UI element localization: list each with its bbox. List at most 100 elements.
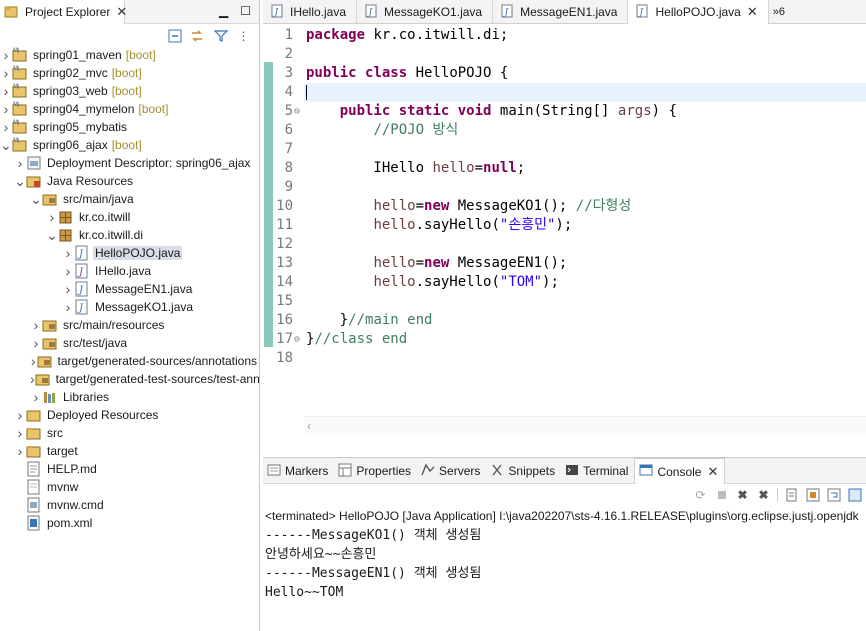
tab-project-explorer[interactable]: Project Explorer ✕	[0, 0, 127, 24]
tab-servers[interactable]: Servers	[417, 458, 486, 484]
tree-item[interactable]: › M J spring03_web [boot]	[0, 82, 259, 100]
pin-console-icon[interactable]	[847, 488, 862, 503]
line-number: 3	[284, 65, 293, 81]
tree-item[interactable]: › J MessageKO1.java	[0, 298, 259, 316]
editor-tab[interactable]: J MessageKO1.java	[357, 0, 494, 24]
tree-item[interactable]: › src/test/java	[0, 334, 259, 352]
tree-item[interactable]: › J IHello.java	[0, 262, 259, 280]
editor-tab[interactable]: J IHello.java	[263, 0, 358, 24]
chevron-right-icon[interactable]: ›	[0, 119, 12, 135]
tab-snippets[interactable]: Snippets	[486, 458, 561, 484]
clear-console-icon[interactable]	[784, 488, 799, 503]
chevron-right-icon[interactable]: ›	[62, 263, 74, 279]
chevron-right-icon[interactable]: ›	[14, 425, 26, 441]
chevron-right-icon[interactable]: ›	[30, 317, 42, 333]
chevron-right-icon[interactable]: ›	[14, 407, 26, 423]
snippets-icon	[490, 463, 504, 480]
remove-all-terminated-icon[interactable]: ✖	[756, 488, 771, 503]
tab-markers[interactable]: Markers	[263, 458, 334, 484]
chevron-right-icon[interactable]: ›	[30, 389, 42, 405]
code-token: //class end	[314, 331, 408, 347]
code-token: hello	[373, 217, 416, 233]
tree-item[interactable]: HELP.md	[0, 460, 259, 478]
fold-toggle-icon[interactable]: ⊖	[294, 102, 300, 121]
tree-item[interactable]: pom.xml	[0, 514, 259, 532]
chevron-right-icon[interactable]: ›	[0, 65, 12, 81]
chevron-right-icon[interactable]: ›	[0, 47, 12, 63]
scroll-lock-icon[interactable]	[805, 488, 820, 503]
tree-item[interactable]: ⌄ Java Resources	[0, 172, 259, 190]
close-icon[interactable]: ✕	[116, 4, 127, 20]
remove-launch-icon[interactable]: ✖	[735, 488, 750, 503]
code-token: public	[339, 103, 391, 119]
tree-item[interactable]: › M J spring04_mymelon [boot]	[0, 100, 259, 118]
editor-tab[interactable]: J HelloPOJO.java ✕	[628, 0, 769, 24]
tree-item[interactable]: › M J spring02_mvc [boot]	[0, 64, 259, 82]
tree-item[interactable]: ⌄ kr.co.itwill.di	[0, 226, 259, 244]
line-number: 17	[276, 331, 293, 347]
tree-item[interactable]: › target/generated-sources/annotations	[0, 352, 259, 370]
word-wrap-icon[interactable]	[826, 488, 841, 503]
view-menu-icon[interactable]: ⋮	[236, 29, 251, 44]
tree-item[interactable]: ›target/generated-test-sources/test-anno…	[0, 370, 259, 388]
tree-item[interactable]: › Deployed Resources	[0, 406, 259, 424]
tree-item[interactable]: mvnw	[0, 478, 259, 496]
chevron-right-icon[interactable]: ›	[14, 155, 26, 171]
bottom-tab-label: Servers	[439, 464, 481, 478]
tree-item[interactable]: ⌄ src/main/java	[0, 190, 259, 208]
terminate-icon[interactable]	[714, 488, 729, 503]
chevron-right-icon[interactable]: ›	[62, 245, 74, 261]
folder-icon	[26, 425, 42, 441]
chevron-right-icon[interactable]: ›	[62, 299, 74, 315]
scroll-left-icon[interactable]: ‹	[307, 419, 311, 433]
chevron-right-icon[interactable]: ›	[14, 443, 26, 459]
chevron-down-icon[interactable]: ⌄	[0, 137, 12, 154]
refresh-icon[interactable]: ⟳	[693, 488, 708, 503]
chevron-down-icon[interactable]: ⌄	[14, 173, 26, 190]
tree-item[interactable]: › Libraries	[0, 388, 259, 406]
tree-item-label: HelloPOJO.java	[93, 246, 183, 260]
chevron-right-icon[interactable]: ›	[62, 281, 74, 297]
close-icon[interactable]: ✕	[707, 464, 718, 480]
horizontal-scrollbar[interactable]: ‹	[304, 416, 866, 436]
tree-item[interactable]: › src	[0, 424, 259, 442]
tab-console[interactable]: Console ✕	[634, 458, 726, 484]
code-token: ;	[516, 160, 526, 176]
filter-icon[interactable]	[213, 29, 228, 44]
chevron-right-icon[interactable]: ›	[0, 83, 12, 99]
tree-item[interactable]: › target	[0, 442, 259, 460]
tree-item[interactable]: › M J spring05_mybatis	[0, 118, 259, 136]
chevron-right-icon[interactable]: ›	[0, 101, 12, 117]
tree-item[interactable]: › src/main/resources	[0, 316, 259, 334]
tree-item[interactable]: › J HelloPOJO.java	[0, 244, 259, 262]
collapse-all-icon[interactable]	[167, 29, 182, 44]
code-line: 1 package kr.co.itwill.di;	[263, 26, 866, 45]
tree-item[interactable]: › J MessageEN1.java	[0, 280, 259, 298]
minimize-icon[interactable]: ▁	[219, 4, 228, 18]
close-icon[interactable]: ✕	[747, 4, 758, 20]
chevron-down-icon[interactable]: ⌄	[46, 227, 58, 244]
fold-toggle-icon[interactable]: ⊖	[294, 330, 300, 349]
code-area[interactable]: 1 package kr.co.itwill.di; 2 3 public class …	[263, 24, 866, 436]
tab-properties[interactable]: Properties	[334, 458, 417, 484]
chevron-right-icon[interactable]: ›	[46, 209, 58, 225]
chevron-down-icon[interactable]: ⌄	[30, 191, 42, 208]
console-output[interactable]: ------MessageKO1() 객체 생성됨 안녕하세요~~손흥민 -----…	[263, 526, 866, 602]
more-tabs-button[interactable]: »6	[769, 0, 789, 23]
line-number: 12	[276, 236, 293, 252]
tree-item[interactable]: mvnw.cmd	[0, 496, 259, 514]
chevron-right-icon[interactable]: ›	[30, 335, 42, 351]
link-with-editor-icon[interactable]	[190, 29, 205, 44]
tab-terminal[interactable]: Terminal	[561, 458, 634, 484]
tree-item[interactable]: › M J spring01_maven [boot]	[0, 46, 259, 64]
code-token: //POJO 방식	[373, 122, 459, 138]
editor-tab[interactable]: J MessageEN1.java	[493, 0, 629, 24]
tree-item[interactable]: ⌄ M J spring06_ajax [boot]	[0, 136, 259, 154]
svg-text:J: J	[17, 48, 19, 54]
code-line: 7	[263, 140, 866, 159]
tree-item[interactable]: › kr.co.itwill	[0, 208, 259, 226]
tree-item[interactable]: › Deployment Descriptor: spring06_ajax	[0, 154, 259, 172]
maximize-icon[interactable]: ☐	[240, 4, 251, 18]
java-editor: J IHello.java J MessageKO1.java J MessageEN1.…	[263, 0, 866, 456]
project-tree: › M Jspring01_maven [boot] › M Jspring02_mvc [b…	[0, 46, 259, 532]
